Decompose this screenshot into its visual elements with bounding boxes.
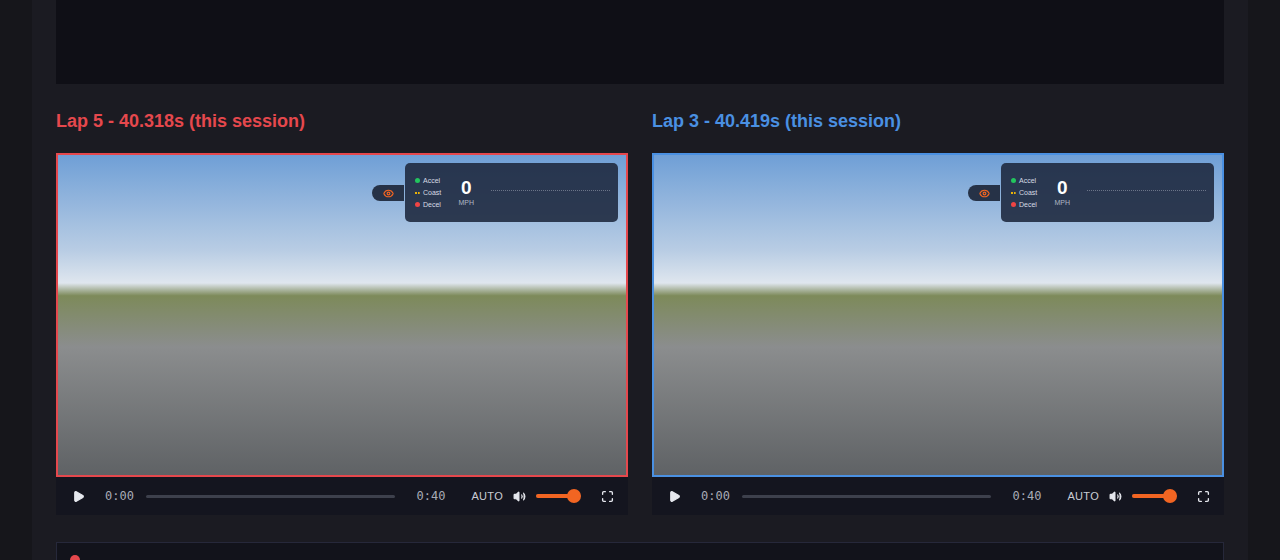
legend-label: Accel bbox=[1019, 176, 1036, 185]
legend-item: Coast bbox=[415, 188, 441, 197]
quality-button[interactable]: AUTO bbox=[471, 490, 503, 502]
player-controls: 0:00 0:40 AUTO bbox=[652, 477, 1224, 515]
current-time: 0:00 bbox=[701, 489, 730, 503]
legend-item: Coast bbox=[1011, 188, 1037, 197]
quality-button[interactable]: AUTO bbox=[1067, 490, 1099, 502]
duration: 0:40 bbox=[417, 489, 446, 503]
volume-thumb[interactable] bbox=[1163, 489, 1177, 503]
volume-icon bbox=[513, 490, 526, 503]
eye-icon bbox=[383, 188, 394, 199]
lap-column: Lap 3 - 40.419s (this session) Accel Coast… bbox=[652, 110, 1224, 515]
hud-legend: Accel Coast Decel bbox=[415, 176, 441, 209]
bottom-panel bbox=[56, 542, 1224, 560]
lap-title: Lap 5 - 40.318s (this session) bbox=[56, 110, 628, 132]
top-panel bbox=[56, 0, 1224, 84]
fullscreen-button[interactable] bbox=[1197, 490, 1210, 503]
legend-label: Decel bbox=[1019, 200, 1037, 209]
speed-readout: 0MPH bbox=[1051, 178, 1073, 207]
speed-unit: MPH bbox=[1055, 198, 1071, 207]
legend-item: Accel bbox=[415, 176, 441, 185]
duration: 0:40 bbox=[1013, 489, 1042, 503]
lap-title: Lap 3 - 40.419s (this session) bbox=[652, 110, 1224, 132]
volume-slider[interactable] bbox=[536, 494, 581, 498]
legend-label: Decel bbox=[423, 200, 441, 209]
play-icon bbox=[668, 490, 681, 503]
legend-dot-icon bbox=[415, 202, 420, 207]
speed-unit: MPH bbox=[459, 198, 475, 207]
current-time: 0:00 bbox=[105, 489, 134, 503]
legend-dot-icon bbox=[1011, 202, 1016, 207]
speed-value: 0 bbox=[1057, 178, 1068, 198]
player-controls: 0:00 0:40 AUTO bbox=[56, 477, 628, 515]
legend-dash-icon bbox=[415, 192, 420, 194]
fullscreen-icon bbox=[1197, 490, 1210, 503]
volume-icon bbox=[1109, 490, 1122, 503]
legend-label: Coast bbox=[423, 188, 441, 197]
status-dot-icon bbox=[70, 555, 80, 560]
legend-dot-icon bbox=[415, 178, 420, 183]
video-frame[interactable]: Accel Coast Decel 0MPH bbox=[56, 153, 628, 477]
legend-dot-icon bbox=[1011, 178, 1016, 183]
progress-bar[interactable] bbox=[742, 495, 991, 498]
video-frame[interactable]: Accel Coast Decel 0MPH bbox=[652, 153, 1224, 477]
hud-legend: Accel Coast Decel bbox=[1011, 176, 1037, 209]
eye-icon bbox=[979, 188, 990, 199]
fullscreen-icon bbox=[601, 490, 614, 503]
content: Lap 5 - 40.318s (this session) Accel Coast… bbox=[32, 0, 1248, 560]
page: Lap 5 - 40.318s (this session) Accel Coast… bbox=[0, 0, 1280, 560]
legend-dash-icon bbox=[1011, 192, 1016, 194]
telemetry-hud: Accel Coast Decel 0MPH bbox=[1001, 163, 1214, 222]
overlay-toggle[interactable] bbox=[372, 185, 404, 201]
legend-item: Decel bbox=[415, 200, 441, 209]
volume-slider[interactable] bbox=[1132, 494, 1177, 498]
legend-item: Decel bbox=[1011, 200, 1037, 209]
speed-trace bbox=[491, 190, 610, 191]
lap-comparison: Lap 5 - 40.318s (this session) Accel Coast… bbox=[56, 110, 1224, 515]
speed-readout: 0MPH bbox=[455, 178, 477, 207]
play-icon bbox=[72, 490, 85, 503]
legend-label: Coast bbox=[1019, 188, 1037, 197]
legend-item: Accel bbox=[1011, 176, 1037, 185]
volume-button[interactable] bbox=[1109, 490, 1122, 503]
overlay-toggle[interactable] bbox=[968, 185, 1000, 201]
speed-trace bbox=[1087, 190, 1206, 191]
legend-label: Accel bbox=[423, 176, 440, 185]
volume-thumb[interactable] bbox=[567, 489, 581, 503]
speed-value: 0 bbox=[461, 178, 472, 198]
play-button[interactable] bbox=[668, 490, 681, 503]
play-button[interactable] bbox=[72, 490, 85, 503]
progress-bar[interactable] bbox=[146, 495, 395, 498]
lap-column: Lap 5 - 40.318s (this session) Accel Coast… bbox=[56, 110, 628, 515]
volume-button[interactable] bbox=[513, 490, 526, 503]
fullscreen-button[interactable] bbox=[601, 490, 614, 503]
telemetry-hud: Accel Coast Decel 0MPH bbox=[405, 163, 618, 222]
